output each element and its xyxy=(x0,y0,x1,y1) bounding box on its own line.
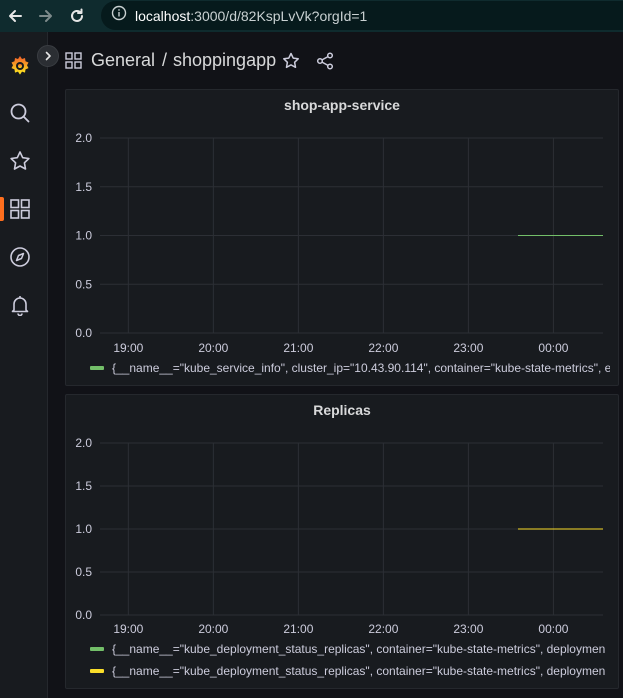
breadcrumb-separator: / xyxy=(162,50,168,70)
dashboards-icon xyxy=(65,52,82,74)
panel-shop-app-service[interactable]: shop-app-service 0.0 0.5 1.0 1.5 2.0 19:00 20:… xyxy=(65,89,619,386)
y-tick-label: 0.5 xyxy=(75,565,92,579)
x-tick-label: 19:00 xyxy=(113,341,143,355)
x-tick-label: 20:00 xyxy=(198,341,228,355)
search-icon[interactable] xyxy=(8,101,32,125)
dashboard-header: General / shoppingapp xyxy=(48,32,623,90)
active-indicator xyxy=(0,197,4,221)
star-icon[interactable] xyxy=(282,52,300,75)
x-tick-label: 22:00 xyxy=(368,341,398,355)
x-tick-label: 21:00 xyxy=(283,341,313,355)
address-bar[interactable]: localhost:3000/d/82KspLvVk?orgId=1 xyxy=(101,1,623,30)
legend-label: {__name__="kube_deployment_status_replic… xyxy=(112,642,606,656)
dashboards-icon[interactable] xyxy=(8,197,32,221)
breadcrumb-folder[interactable]: General xyxy=(91,50,155,71)
sidebar xyxy=(0,32,48,698)
compass-icon[interactable] xyxy=(8,245,32,269)
y-tick-label: 1.5 xyxy=(75,479,92,493)
x-tick-label: 22:00 xyxy=(368,622,398,636)
panel-replicas[interactable]: Replicas 0.0 0.5 1.0 1.5 2.0 19:00 20:00 21:00 2… xyxy=(65,394,619,689)
y-tick-label: 1.0 xyxy=(75,522,92,536)
legend-swatch xyxy=(90,366,104,370)
bell-icon[interactable] xyxy=(8,293,32,317)
star-icon[interactable] xyxy=(8,149,32,173)
browser-toolbar: localhost:3000/d/82KspLvVk?orgId=1 xyxy=(0,0,623,32)
x-tick-label: 23:00 xyxy=(453,622,483,636)
legend-item[interactable]: {__name__="kube_deployment_status_replic… xyxy=(90,663,610,679)
y-tick-label: 0.5 xyxy=(75,277,92,291)
url-host: localhost xyxy=(135,7,191,24)
reload-icon[interactable] xyxy=(62,0,92,32)
url-path: :3000/d/82KspLvVk?orgId=1 xyxy=(190,7,368,24)
x-tick-label: 21:00 xyxy=(283,622,313,636)
y-tick-label: 1.0 xyxy=(75,229,92,243)
legend-swatch xyxy=(90,647,104,651)
grafana-logo[interactable] xyxy=(8,54,32,78)
chevron-right-icon[interactable] xyxy=(37,45,59,67)
x-tick-label: 23:00 xyxy=(453,341,483,355)
y-tick-label: 2.0 xyxy=(75,131,92,145)
y-tick-label: 0.0 xyxy=(75,608,92,622)
arrow-left-icon[interactable] xyxy=(0,0,30,32)
share-icon[interactable] xyxy=(316,52,334,75)
breadcrumb-dashboard[interactable]: shoppingapp xyxy=(173,50,276,71)
y-tick-label: 0.0 xyxy=(75,326,92,340)
info-icon[interactable] xyxy=(111,5,127,26)
legend-swatch xyxy=(90,669,104,673)
legend-item[interactable]: {__name__="kube_service_info", cluster_i… xyxy=(90,360,610,376)
chart-area: 0.0 0.5 1.0 1.5 2.0 19:00 20:00 21:00 22:00 23:00… xyxy=(75,131,603,355)
x-tick-label: 00:00 xyxy=(538,341,568,355)
legend-label: {__name__="kube_deployment_status_replic… xyxy=(112,664,606,678)
y-tick-label: 2.0 xyxy=(75,436,92,450)
arrow-right-icon[interactable] xyxy=(31,0,61,32)
url-text: localhost:3000/d/82KspLvVk?orgId=1 xyxy=(135,8,367,24)
y-tick-label: 1.5 xyxy=(75,180,92,194)
legend-item[interactable]: {__name__="kube_deployment_status_replic… xyxy=(90,641,610,657)
legend-label: {__name__="kube_service_info", cluster_i… xyxy=(112,361,610,375)
x-tick-label: 20:00 xyxy=(198,622,228,636)
x-tick-label: 19:00 xyxy=(113,622,143,636)
x-tick-label: 00:00 xyxy=(538,622,568,636)
